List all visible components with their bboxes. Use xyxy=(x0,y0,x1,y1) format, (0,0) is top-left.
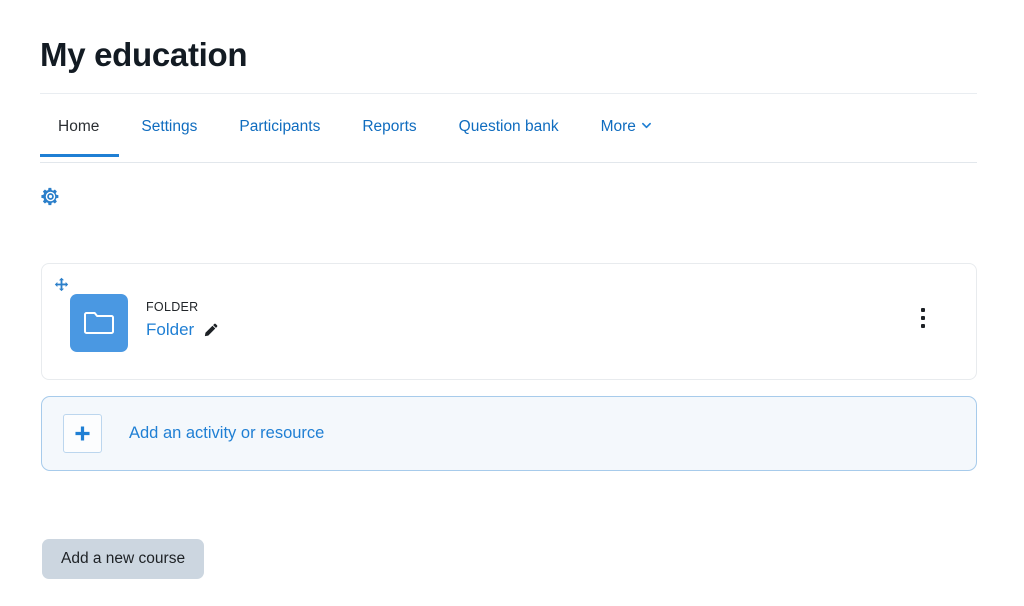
tab-home-label: Home xyxy=(58,118,100,135)
tab-participants[interactable]: Participants xyxy=(218,106,341,156)
kebab-dot xyxy=(921,308,925,312)
folder-icon xyxy=(70,294,128,352)
tab-more[interactable]: More xyxy=(580,106,672,156)
tab-list: Home Settings Participants Reports Quest… xyxy=(40,106,977,162)
tab-home[interactable]: Home xyxy=(40,106,120,158)
chevron-down-icon xyxy=(641,121,651,130)
kebab-menu-icon[interactable] xyxy=(912,304,934,332)
pencil-icon[interactable] xyxy=(203,323,219,339)
tab-question-bank[interactable]: Question bank xyxy=(438,106,580,156)
activity-body: FOLDER Folder xyxy=(70,294,219,352)
activity-name-row: Folder xyxy=(146,318,219,342)
add-activity-button[interactable]: Add an activity or resource xyxy=(41,396,977,471)
title-divider xyxy=(40,93,977,94)
kebab-dot xyxy=(921,324,925,328)
gear-icon[interactable] xyxy=(40,186,70,216)
course-page: My education Home Settings Participants … xyxy=(0,0,1024,606)
tab-participants-label: Participants xyxy=(239,118,321,135)
tab-question-bank-label: Question bank xyxy=(458,118,559,135)
tab-more-label: More xyxy=(600,118,636,135)
move-arrows-icon[interactable] xyxy=(52,275,72,295)
page-title: My education xyxy=(40,36,248,73)
kebab-dot xyxy=(921,316,925,320)
tab-reports-label: Reports xyxy=(362,118,417,135)
activity-text: FOLDER Folder xyxy=(146,294,219,342)
tab-settings-label: Settings xyxy=(141,118,198,135)
activity-card-folder: FOLDER Folder xyxy=(41,263,977,380)
activity-type-label: FOLDER xyxy=(146,300,199,314)
plus-icon xyxy=(63,414,102,453)
add-activity-label: Add an activity or resource xyxy=(129,424,325,442)
course-nav-tabs: Home Settings Participants Reports Quest… xyxy=(40,106,977,163)
tab-reports[interactable]: Reports xyxy=(341,106,437,156)
activity-name-link[interactable]: Folder xyxy=(146,318,194,342)
add-new-course-button[interactable]: Add a new course xyxy=(42,539,205,579)
tab-settings[interactable]: Settings xyxy=(120,106,218,156)
